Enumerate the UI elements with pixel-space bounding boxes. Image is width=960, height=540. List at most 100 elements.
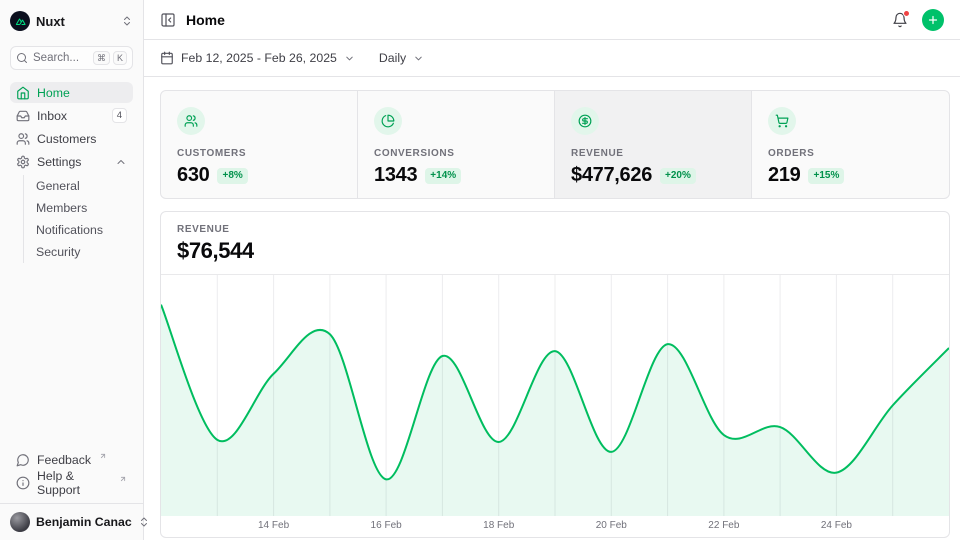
- sidebar-item-label: Home: [37, 86, 70, 100]
- page-title: Home: [186, 12, 225, 28]
- sidebar-item-label: Inbox: [37, 109, 67, 123]
- chart-pie-icon-badge: [374, 107, 402, 135]
- stat-value-row: 1343 +14%: [374, 164, 538, 187]
- sidebar-item-settings[interactable]: Settings: [10, 151, 133, 172]
- sidebar-item-label: Customers: [37, 132, 96, 146]
- circle-dollar-icon: [578, 114, 592, 128]
- settings-icon: [16, 155, 30, 169]
- cart-icon: [775, 114, 789, 128]
- chevron-down-icon: [413, 53, 424, 64]
- info-icon: [16, 476, 30, 490]
- chevrons-up-down-icon: [121, 15, 133, 27]
- search-icon: [16, 52, 28, 64]
- chart-x-axis: 14 Feb 16 Feb 18 Feb 20 Feb 22 Feb 24 Feb: [161, 516, 949, 537]
- sidebar-subitem-notifications[interactable]: Notifications: [24, 219, 133, 240]
- user-menu[interactable]: Benjamin Canac: [0, 503, 143, 534]
- chart-header: REVENUE $76,544: [161, 212, 949, 275]
- notification-dot: [903, 10, 910, 17]
- stat-delta-badge: +14%: [425, 168, 461, 184]
- revenue-chart-card: REVENUE $76,544 14 Feb 16 Feb 18 Feb 20 Feb…: [160, 211, 950, 538]
- cart-icon-badge: [768, 107, 796, 135]
- settings-submenu: GeneralMembersNotificationsSecurity: [23, 175, 133, 263]
- period-select[interactable]: Daily: [379, 51, 424, 65]
- user-avatar: [10, 512, 30, 532]
- stat-label: CONVERSIONS: [374, 148, 538, 159]
- sidebar-nav: Home Inbox 4 Customers Settings GeneralMember…: [10, 82, 133, 265]
- x-axis-tick: 24 Feb: [821, 520, 852, 531]
- circle-dollar-icon-badge: [571, 107, 599, 135]
- sidebar-item-feedback[interactable]: Feedback: [10, 449, 133, 470]
- x-axis-tick: 22 Feb: [708, 520, 739, 531]
- sidebar-subitem-members[interactable]: Members: [24, 197, 133, 218]
- stat-value: $477,626: [571, 164, 652, 187]
- search-shortcut: ⌘ K: [93, 51, 127, 65]
- chart-pie-icon: [381, 114, 395, 128]
- date-range-picker[interactable]: Feb 12, 2025 - Feb 26, 2025: [160, 51, 355, 65]
- sidebar: Nuxt Search... ⌘ K Home Inbox 4 Customers Se…: [0, 0, 144, 540]
- arrow-up-right-icon: [99, 452, 107, 460]
- users-icon-badge: [177, 107, 205, 135]
- chevron-down-icon: [344, 53, 355, 64]
- plus-icon: [927, 14, 939, 26]
- notifications-button[interactable]: [892, 12, 908, 28]
- sidebar-item-inbox[interactable]: Inbox 4: [10, 105, 133, 126]
- sidebar-footer-nav: Feedback Help & Support: [10, 449, 133, 495]
- x-axis-tick: 14 Feb: [258, 520, 289, 531]
- sidebar-item-customers[interactable]: Customers: [10, 128, 133, 149]
- stat-delta-badge: +15%: [808, 168, 844, 184]
- users-icon: [184, 114, 198, 128]
- sidebar-item-help-support[interactable]: Help & Support: [10, 472, 133, 493]
- sidebar-subitem-security[interactable]: Security: [24, 241, 133, 262]
- sidebar-item-label: Help & Support: [37, 469, 111, 497]
- stat-value-row: 219 +15%: [768, 164, 933, 187]
- stat-value: 1343: [374, 164, 417, 187]
- stat-value: 630: [177, 164, 209, 187]
- period-value: Daily: [379, 51, 406, 65]
- stat-delta-badge: +8%: [217, 168, 247, 184]
- stat-label: ORDERS: [768, 148, 933, 159]
- date-range-value: Feb 12, 2025 - Feb 26, 2025: [181, 51, 337, 65]
- stats-grid: CUSTOMERS 630 +8% CONVERSIONS 1343 +14% REVENU…: [160, 90, 950, 199]
- x-axis-tick: 20 Feb: [596, 520, 627, 531]
- calendar-icon: [160, 51, 174, 65]
- x-axis-tick: 18 Feb: [483, 520, 514, 531]
- sidebar-item-label: Feedback: [37, 453, 91, 467]
- stat-card-customers[interactable]: CUSTOMERS 630 +8%: [161, 91, 358, 198]
- dashboard-content: CUSTOMERS 630 +8% CONVERSIONS 1343 +14% REVENU…: [144, 77, 960, 540]
- search-input[interactable]: Search... ⌘ K: [10, 46, 133, 70]
- stat-value-row: 630 +8%: [177, 164, 341, 187]
- inbox-count-badge: 4: [112, 108, 127, 123]
- stat-card-orders[interactable]: ORDERS 219 +15%: [752, 91, 949, 198]
- panel-left-close-icon[interactable]: [160, 12, 176, 28]
- area-chart-svg: [161, 275, 949, 516]
- sidebar-item-label: Settings: [37, 155, 81, 169]
- user-name: Benjamin Canac: [36, 515, 132, 529]
- sidebar-subitem-general[interactable]: General: [24, 175, 133, 196]
- stat-card-conversions[interactable]: CONVERSIONS 1343 +14%: [358, 91, 555, 198]
- workspace-name: Nuxt: [36, 14, 65, 29]
- sidebar-item-home[interactable]: Home: [10, 82, 133, 103]
- arrow-up-right-icon: [119, 475, 127, 483]
- chart-metric-label: REVENUE: [177, 224, 933, 235]
- sidebar-spacer: [10, 265, 133, 449]
- chevron-up-icon: [115, 156, 127, 168]
- workspace-selector[interactable]: Nuxt: [10, 10, 133, 32]
- home-icon: [16, 86, 30, 100]
- nuxt-logo-icon: [10, 11, 30, 31]
- stat-card-revenue[interactable]: REVENUE $477,626+20%: [555, 91, 752, 198]
- filters-toolbar: Feb 12, 2025 - Feb 26, 2025 Daily: [144, 40, 960, 77]
- revenue-area-chart[interactable]: [161, 275, 949, 516]
- users-icon: [16, 132, 30, 146]
- main-area: Home Feb 12, 2025 - Feb 26, 2025 Daily C…: [144, 0, 960, 540]
- page-header: Home: [144, 0, 960, 40]
- stat-value: 219: [768, 164, 800, 187]
- add-new-button[interactable]: [922, 9, 944, 31]
- inbox-icon: [16, 109, 30, 123]
- stat-label: REVENUE: [571, 148, 735, 159]
- x-axis-tick: 16 Feb: [371, 520, 402, 531]
- message-circle-icon: [16, 453, 30, 467]
- chart-metric-value: $76,544: [177, 238, 933, 264]
- stat-value-row: $477,626+20%: [571, 164, 735, 187]
- stat-label: CUSTOMERS: [177, 148, 341, 159]
- search-placeholder: Search...: [33, 52, 79, 64]
